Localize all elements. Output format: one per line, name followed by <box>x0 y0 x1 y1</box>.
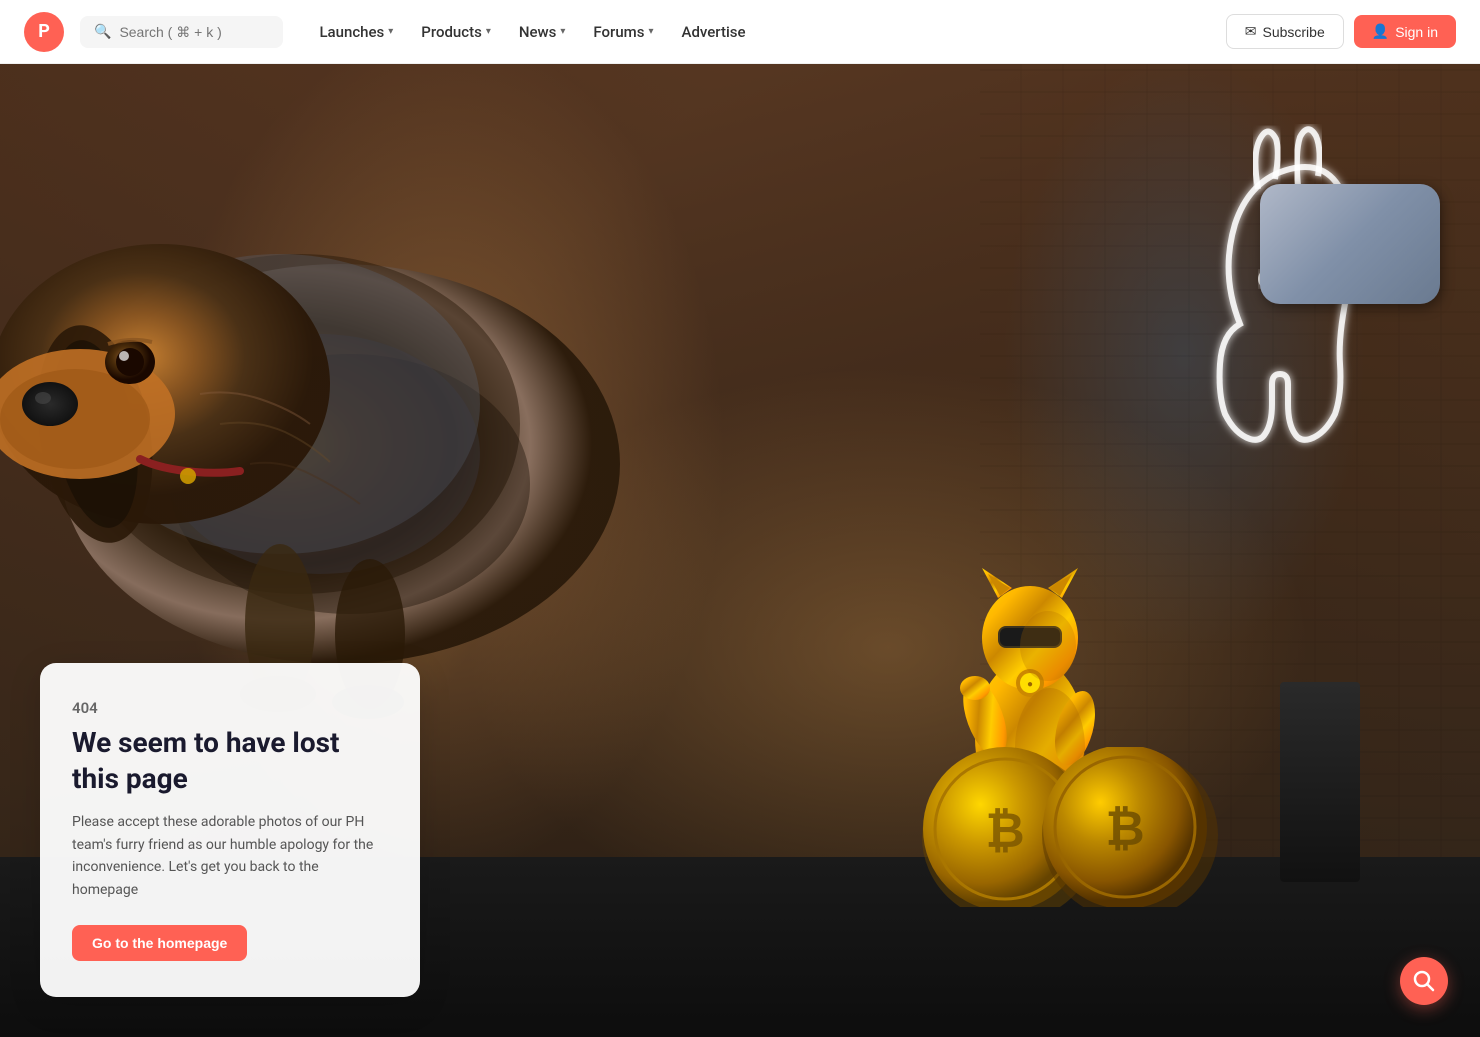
nav-item-forums[interactable]: Forums ▾ <box>581 15 665 49</box>
svg-text:₿: ₿ <box>985 802 1024 859</box>
fab-search-button[interactable] <box>1400 957 1448 1005</box>
chevron-down-icon: ▾ <box>648 26 653 37</box>
nav-item-products[interactable]: Products ▾ <box>409 15 503 49</box>
search-input[interactable] <box>119 24 269 40</box>
cushion <box>1260 184 1440 304</box>
error-card: 404 We seem to have lost this page Pleas… <box>40 663 420 997</box>
logo[interactable]: P <box>24 12 64 52</box>
go-to-homepage-button[interactable]: Go to the homepage <box>72 925 247 961</box>
magnifier-icon <box>1413 970 1435 992</box>
chevron-down-icon: ▾ <box>560 26 565 37</box>
nav-item-launches[interactable]: Launches ▾ <box>307 15 405 49</box>
error-description: Please accept these adorable photos of o… <box>72 811 388 901</box>
chevron-down-icon: ▾ <box>388 26 393 37</box>
search-bar[interactable]: 🔍 <box>80 16 283 48</box>
nav-item-advertise[interactable]: Advertise <box>670 15 758 49</box>
chevron-down-icon: ▾ <box>486 26 491 37</box>
hero-section: ● <box>0 64 1480 1037</box>
user-icon: 👤 <box>1372 23 1389 40</box>
navbar: P 🔍 Launches ▾ Products ▾ News ▾ Forums … <box>0 0 1480 64</box>
error-code: 404 <box>72 699 388 717</box>
nav-actions: ✉ Subscribe 👤 Sign in <box>1226 14 1456 49</box>
error-title: We seem to have lost this page <box>72 725 388 798</box>
email-icon: ✉ <box>1245 23 1257 40</box>
bitcoin-coins: ₿ ₿ <box>910 747 1230 907</box>
signin-button[interactable]: 👤 Sign in <box>1354 15 1456 48</box>
neon-stand <box>1280 682 1360 882</box>
nav-item-news[interactable]: News ▾ <box>507 15 578 49</box>
search-icon: 🔍 <box>94 24 111 40</box>
coins-svg: ₿ ₿ <box>910 747 1230 907</box>
svg-text:●: ● <box>1027 679 1033 690</box>
svg-text:₿: ₿ <box>1105 800 1144 857</box>
subscribe-button[interactable]: ✉ Subscribe <box>1226 14 1344 49</box>
main-nav: Launches ▾ Products ▾ News ▾ Forums ▾ Ad… <box>307 15 757 49</box>
